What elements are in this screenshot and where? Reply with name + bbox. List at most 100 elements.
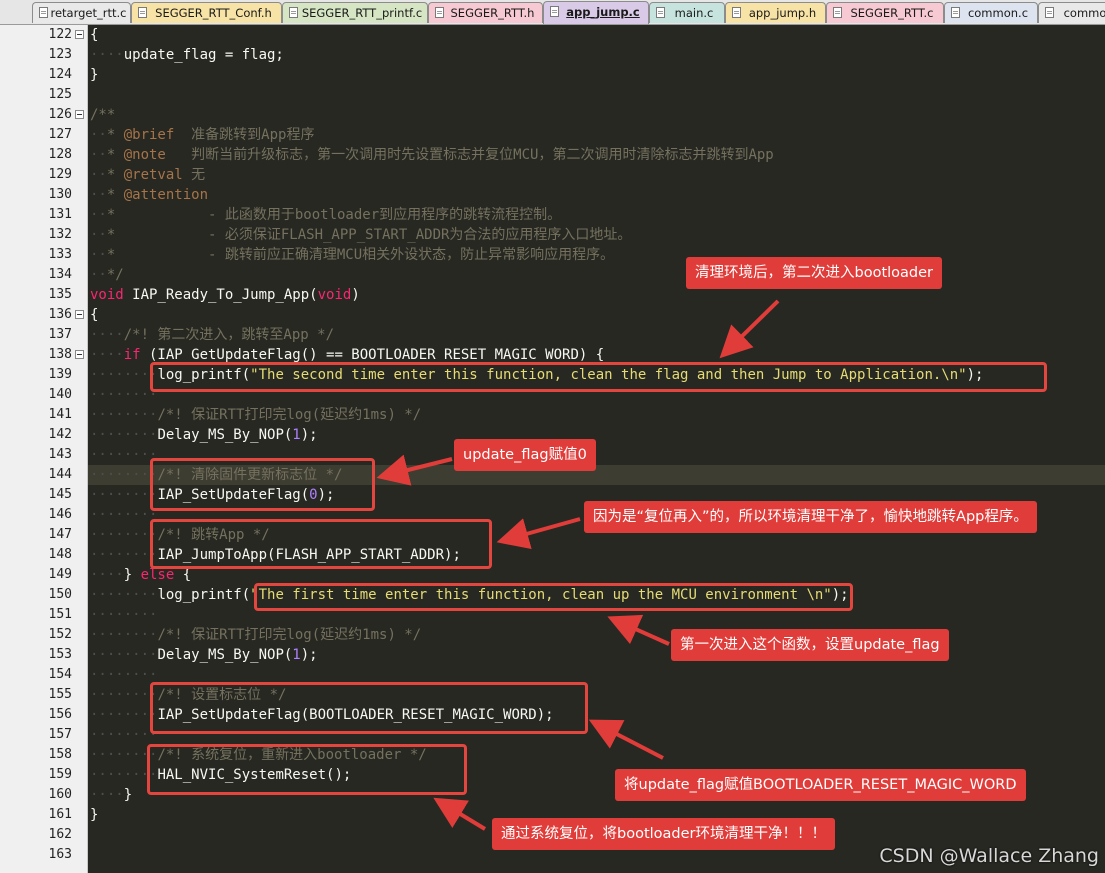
fold-toggle-icon[interactable] xyxy=(75,30,84,39)
code-token: ···· xyxy=(90,567,124,583)
tab-label: SEGGER_RTT_printf.c xyxy=(301,6,423,20)
line-number: 148 xyxy=(48,547,72,562)
code-line: ········ xyxy=(90,445,157,465)
code-line: /** xyxy=(90,105,115,125)
code-token: } xyxy=(90,807,99,823)
annotation-first-entry: 第一次进入这个函数，设置update_flag xyxy=(671,629,949,661)
fold-toggle-icon[interactable] xyxy=(75,110,84,119)
line-number: 144 xyxy=(48,467,72,482)
line-number: 141 xyxy=(48,407,72,422)
code-line: ··* @note 判断当前升级标志，第一次调用时先设置标志并复位MCU，第二次… xyxy=(90,145,774,165)
tab-segger-rtt-h[interactable]: SEGGER_RTT.h xyxy=(428,2,543,23)
code-token: ········ xyxy=(90,587,158,603)
code-token: ···· xyxy=(90,787,124,803)
code-token: IAP_Ready_To_Jump_App( xyxy=(123,287,318,303)
code-token: 1 xyxy=(292,647,301,663)
code-token: @note xyxy=(123,147,166,163)
tab-retarget-rtt-c[interactable]: retarget_rtt.c xyxy=(32,2,131,23)
code-line: ········ xyxy=(90,505,157,525)
tab-common-c[interactable]: common.c xyxy=(944,2,1038,23)
line-number: 156 xyxy=(48,707,72,722)
code-token: @brief xyxy=(123,127,175,143)
highlight-box-second-log xyxy=(150,362,1047,392)
line-number: 127 xyxy=(48,127,72,142)
code-token: * xyxy=(106,187,124,203)
code-token: * - 此函数用于bootloader到应用程序的跳转流程控制。 xyxy=(106,207,562,223)
code-token: else xyxy=(140,567,175,583)
highlight-box-clear-flag xyxy=(150,458,375,511)
code-token: 1 xyxy=(292,427,301,443)
line-number: 132 xyxy=(48,227,72,242)
code-token: ········ xyxy=(90,667,158,683)
tab-segger-rtt-c[interactable]: SEGGER_RTT.c xyxy=(826,2,944,23)
line-number: 149 xyxy=(48,567,72,582)
code-token: if xyxy=(123,347,141,363)
code-token: */ xyxy=(106,267,124,283)
code-token: void xyxy=(90,287,124,303)
code-token: /*! 第二次进入，跳转至App */ xyxy=(123,327,335,343)
line-number: 129 xyxy=(48,167,72,182)
code-token: ········ xyxy=(90,507,158,523)
code-line: ··* - 必须保证FLASH_APP_START_ADDR为合法的应用程序入口… xyxy=(90,225,631,245)
line-number: 124 xyxy=(48,67,72,82)
code-line: { xyxy=(90,305,98,325)
tab-commo[interactable]: commo xyxy=(1038,2,1105,23)
code-token: * - 必须保证FLASH_APP_START_ADDR为合法的应用程序入口地址… xyxy=(106,227,632,243)
code-token: void xyxy=(317,287,352,303)
code-token: ········ xyxy=(90,427,158,443)
code-token: ········ xyxy=(90,527,158,543)
tab-main-c[interactable]: main.c xyxy=(649,2,725,23)
code-token: ); xyxy=(300,427,318,443)
line-number: 136 xyxy=(48,307,72,322)
tab-app-jump-c[interactable]: app_jump.c xyxy=(543,1,649,24)
annotation-second-entry: 清理环境后，第二次进入bootloader xyxy=(686,257,943,289)
tab-label: retarget_rtt.c xyxy=(50,6,127,20)
code-line: ····update_flag = flag; xyxy=(90,45,284,65)
line-number: 128 xyxy=(48,147,72,162)
code-line: ··*/ xyxy=(90,265,124,285)
line-number: 122 xyxy=(48,27,72,42)
code-token: ········ xyxy=(90,447,158,463)
tab-label: SEGGER_RTT.c xyxy=(850,6,934,20)
line-number: 151 xyxy=(48,607,72,622)
code-token: ·· xyxy=(90,187,107,203)
line-number: 162 xyxy=(48,827,72,842)
code-token: ·· xyxy=(90,127,107,143)
code-token: * xyxy=(106,147,124,163)
line-number: 126 xyxy=(48,107,72,122)
code-line: { xyxy=(90,25,98,45)
code-line: ··* @retval 无 xyxy=(90,165,205,185)
tab-segger-rtt-printf-c[interactable]: SEGGER_RTT_printf.c xyxy=(282,2,428,23)
code-token: ·· xyxy=(90,167,107,183)
line-number: 142 xyxy=(48,427,72,442)
code-line: ········ xyxy=(90,725,157,745)
code-line: ········/*! 保证RTT打印完log(延迟约1ms) */ xyxy=(90,405,421,425)
code-token: ········ xyxy=(90,627,158,643)
code-token: @attention xyxy=(123,187,209,203)
tab-app-jump-h[interactable]: app_jump.h xyxy=(725,2,826,23)
code-line: ········ xyxy=(90,665,157,685)
line-number: 157 xyxy=(48,727,72,742)
annotation-clear-flag: update_flag赋值0 xyxy=(454,439,596,471)
code-line: } xyxy=(90,805,98,825)
annotation-jump-app: 因为是“复位再入”的，所以环境清理干净了，愉快地跳转App程序。 xyxy=(584,501,1037,533)
code-token: ········ xyxy=(90,727,158,743)
fold-toggle-icon[interactable] xyxy=(75,310,84,319)
line-number: 147 xyxy=(48,527,72,542)
highlight-box-set-magic xyxy=(150,682,588,734)
tab-segger-rtt-conf-h[interactable]: SEGGER_RTT_Conf.h xyxy=(131,2,282,23)
code-token: Delay_MS_By_NOP( xyxy=(157,427,293,443)
tab-label: app_jump.h xyxy=(748,6,817,20)
code-token: ········ xyxy=(90,407,158,423)
code-token: ········ xyxy=(90,387,158,403)
code-token: ); xyxy=(300,647,318,663)
tab-label: main.c xyxy=(674,6,714,20)
code-token: ) xyxy=(351,287,360,303)
tab-label: app_jump.c xyxy=(566,5,640,19)
code-token: 无 xyxy=(182,167,206,183)
line-number: 150 xyxy=(48,587,72,602)
code-token: ········ xyxy=(90,687,158,703)
line-number: 153 xyxy=(48,647,72,662)
highlight-box-jump-app xyxy=(150,519,492,569)
fold-toggle-icon[interactable] xyxy=(75,350,84,359)
